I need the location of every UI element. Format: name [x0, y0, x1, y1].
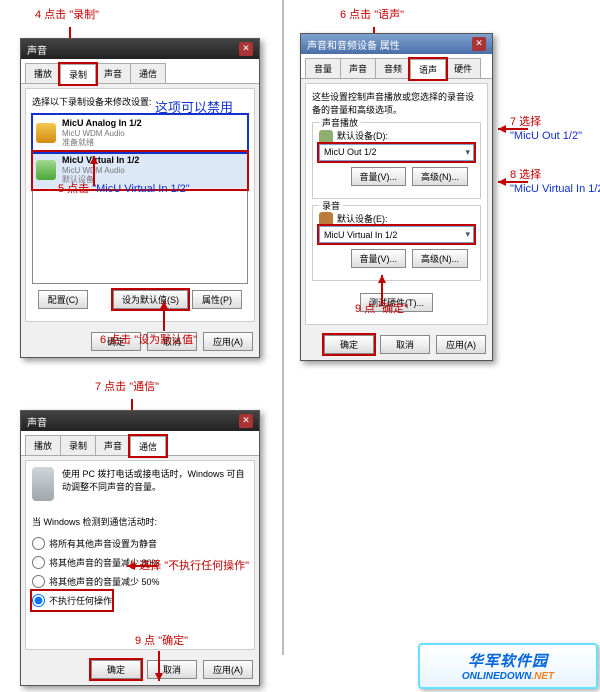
arrow-7r	[498, 125, 506, 133]
annotation-9l: 9 点 "确定"	[135, 632, 188, 648]
radio-input[interactable]	[32, 575, 45, 588]
dialog-body: 选择以下录制设备来修改设置: MicU Analog In 1/2 MicU W…	[25, 88, 255, 322]
desc-text: 使用 PC 拨打电话或接电话时，Windows 可自动调整不同声音的音量。	[62, 467, 248, 495]
arrow-5	[90, 156, 98, 164]
titlebar[interactable]: 声音 ✕	[21, 39, 259, 59]
radio-none[interactable]: 不执行任何操作	[32, 591, 112, 610]
tab-comm[interactable]: 通信	[130, 436, 166, 456]
device-sub: MicU WDM Audio	[62, 129, 142, 139]
tab-record[interactable]: 录制	[60, 435, 96, 455]
btn-advanced[interactable]: 高级(N)...	[412, 167, 468, 186]
arrow-8r	[498, 178, 506, 186]
tab-voice[interactable]: 语声	[410, 59, 446, 79]
btn-apply[interactable]: 应用(A)	[203, 660, 253, 679]
dialog-body: 使用 PC 拨打电话或接电话时，Windows 可自动调整不同声音的音量。 当 …	[25, 460, 255, 650]
tabs-row: 音量 声音 音频 语声 硬件	[301, 54, 492, 79]
record-device-dropdown[interactable]: MicU Virtual In 1/2	[319, 226, 474, 243]
close-icon[interactable]: ✕	[239, 42, 253, 56]
onlinedown-logo: 华军软件园 ONLINEDOWN.NET	[418, 643, 598, 689]
arrow-9r	[378, 275, 386, 283]
annotation-8l: 8 选择 "不执行任何操作"	[130, 557, 249, 573]
tab-sounds[interactable]: 声音	[95, 63, 131, 83]
desc-text: 这些设置控制声音播放或您选择的录音设备的音量和高级选项。	[312, 90, 481, 116]
tabs-row: 播放 录制 声音 通信	[21, 59, 259, 84]
annotation-disable: 这项可以禁用	[155, 97, 233, 116]
close-icon[interactable]: ✕	[472, 37, 486, 51]
annotation-7r: 7 选择"MicU Out 1/2"	[510, 115, 582, 144]
record-group: 录音 默认设备(E): MicU Virtual In 1/2 音量(V)...…	[312, 205, 481, 282]
group-title: 声音播放	[319, 116, 361, 129]
btn-apply[interactable]: 应用(A)	[436, 335, 486, 354]
title-text: 声音	[27, 42, 47, 57]
btn-ok[interactable]: 确定	[91, 660, 141, 679]
annotation-7l: 7 点击 "通信"	[95, 378, 159, 394]
tab-volume[interactable]: 音量	[305, 58, 341, 78]
btn-configure[interactable]: 配置(C)	[38, 290, 88, 309]
dialog-body: 这些设置控制声音播放或您选择的录音设备的音量和高级选项。 声音播放 默认设备(D…	[305, 83, 488, 325]
playback-device-dropdown[interactable]: MicU Out 1/2	[319, 144, 474, 161]
titlebar[interactable]: 声音和音频设备 属性 ✕	[301, 34, 492, 54]
tab-record[interactable]: 录制	[60, 64, 96, 84]
btn-cancel[interactable]: 取消	[380, 335, 430, 354]
title-text: 声音和音频设备 属性	[307, 37, 400, 52]
logo-en: ONLINEDOWN.NET	[462, 671, 554, 682]
btn-properties[interactable]: 属性(P)	[192, 290, 242, 309]
arrow-6l	[160, 301, 168, 309]
device-icon	[36, 160, 56, 180]
field-label: 默认设备(D):	[337, 131, 388, 141]
btn-apply[interactable]: 应用(A)	[203, 332, 253, 351]
tabs-row: 播放 录制 声音 通信	[21, 431, 259, 456]
speaker-icon	[319, 130, 333, 144]
arrow-9l	[155, 673, 163, 681]
mic-icon	[319, 212, 333, 226]
tab-sounds[interactable]: 声音	[95, 435, 131, 455]
logo-cn: 华军软件园	[468, 650, 548, 671]
device-state: 准备就绪	[62, 138, 142, 148]
device-name: MicU Analog In 1/2	[62, 118, 142, 129]
titlebar[interactable]: 声音 ✕	[21, 411, 259, 431]
annotation-6r: 6 点击 "语声"	[340, 6, 404, 22]
playback-group: 声音播放 默认设备(D): MicU Out 1/2 音量(V)... 高级(N…	[312, 122, 481, 199]
radio-input[interactable]	[32, 556, 45, 569]
device-name: MicU Virtual In 1/2	[62, 155, 139, 166]
tab-playback[interactable]: 播放	[25, 63, 61, 83]
btn-ok[interactable]: 确定	[324, 335, 374, 354]
btn-volume[interactable]: 音量(V)...	[351, 167, 407, 186]
dialog-buttons: 确定 取消 应用(A)	[301, 329, 492, 360]
tab-audio[interactable]: 音频	[375, 58, 411, 78]
dialog-buttons: 确定 取消 应用(A)	[21, 654, 259, 685]
radio-input[interactable]	[32, 594, 45, 607]
field-label: 默认设备(E):	[337, 214, 388, 224]
group-title: 录音	[319, 199, 343, 212]
list-item[interactable]: MicU Analog In 1/2 MicU WDM Audio 准备就绪	[33, 115, 247, 152]
radio-mute[interactable]: 将所有其他声音设置为静音	[32, 534, 248, 553]
btn-volume[interactable]: 音量(V)...	[351, 249, 407, 268]
device-icon	[36, 123, 56, 143]
close-icon[interactable]: ✕	[239, 414, 253, 428]
annotation-6l: 6 点击 "设为默认值"	[100, 331, 197, 347]
tab-comm[interactable]: 通信	[130, 63, 166, 83]
tab-hw[interactable]: 硬件	[445, 58, 481, 78]
btn-set-default[interactable]: 设为默认值(S)	[113, 290, 188, 309]
title-text: 声音	[27, 414, 47, 429]
radio-input[interactable]	[32, 537, 45, 550]
btn-advanced[interactable]: 高级(N)...	[412, 249, 468, 268]
tab-sounds[interactable]: 声音	[340, 58, 376, 78]
radio-50[interactable]: 将其他声音的音量减少 50%	[32, 572, 248, 591]
sound-dialog-record: 声音 ✕ 播放 录制 声音 通信 选择以下录制设备来修改设置: MicU Ana…	[20, 38, 260, 358]
phone-icon	[32, 467, 54, 501]
question-text: 当 Windows 检测到通信活动时:	[32, 515, 248, 528]
device-listbox[interactable]: MicU Analog In 1/2 MicU WDM Audio 准备就绪 M…	[32, 114, 248, 284]
tab-playback[interactable]: 播放	[25, 435, 61, 455]
annotation-8r: 8 选择"MicU Virtual In 1/2"	[510, 168, 600, 197]
annotation-5: 5 点击 "MicU Virtual In 1/2"	[58, 180, 190, 196]
annotation-4: 4 点击 "录制"	[35, 6, 99, 22]
device-sub: MicU WDM Audio	[62, 166, 139, 176]
vertical-divider	[282, 0, 284, 655]
